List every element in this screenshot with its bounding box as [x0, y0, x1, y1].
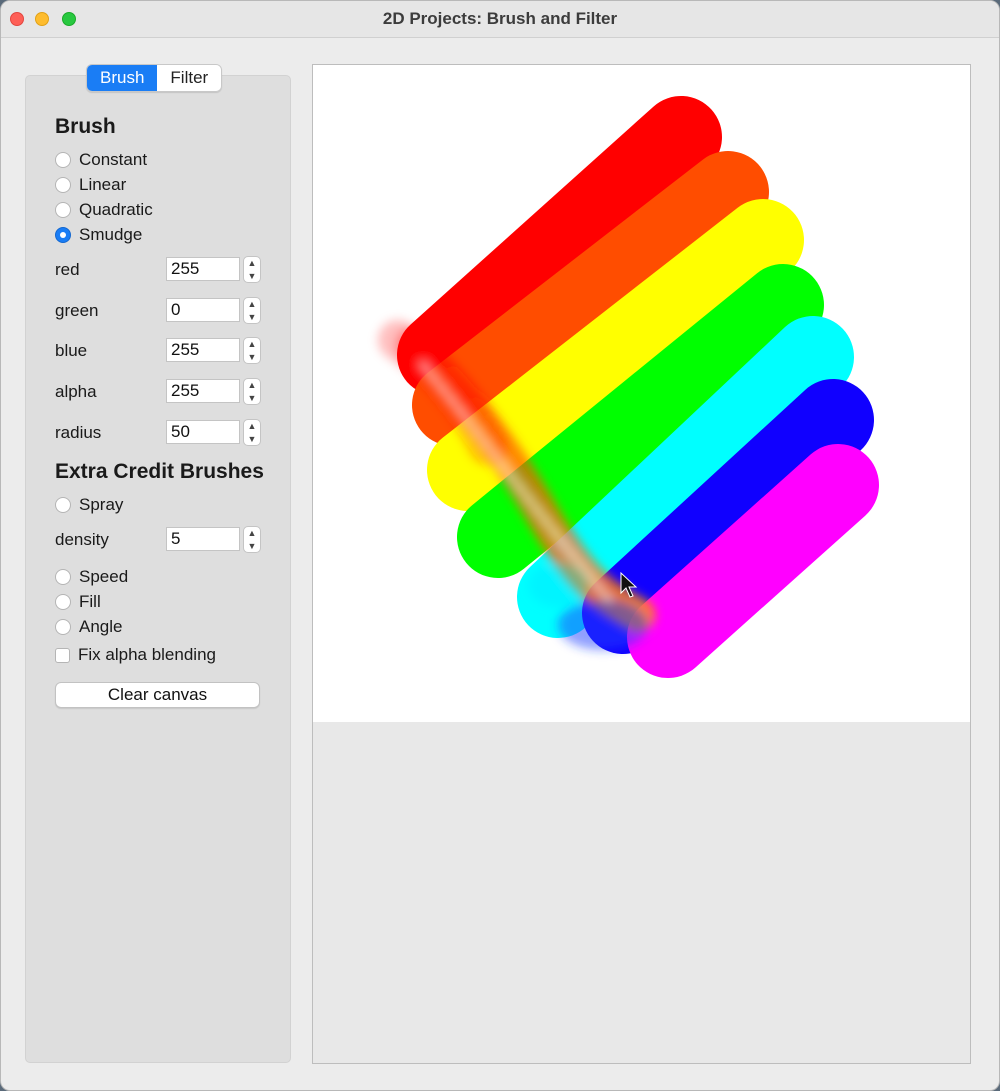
alpha-label: alpha	[55, 382, 97, 401]
blue-stepper[interactable]: ▲ ▼	[243, 337, 261, 364]
window-title: 2D Projects: Brush and Filter	[382, 9, 618, 28]
chevron-up-icon[interactable]: ▲	[244, 527, 260, 539]
radio-speed[interactable]: Speed	[55, 566, 128, 588]
density-input[interactable]	[166, 527, 240, 551]
radius-input[interactable]	[166, 420, 240, 444]
chevron-down-icon[interactable]: ▼	[244, 351, 260, 363]
radio-label: Constant	[79, 150, 148, 169]
density-field-row: density ▲ ▼	[55, 526, 265, 553]
radio-label: Speed	[79, 567, 129, 586]
chevron-up-icon[interactable]: ▲	[244, 338, 260, 350]
blue-label: blue	[55, 341, 88, 360]
alpha-input[interactable]	[166, 379, 240, 403]
app-window: 2D Projects: Brush and Filter Brush Filt…	[0, 0, 1000, 1091]
radio-button[interactable]	[55, 594, 71, 610]
radio-label: Smudge	[79, 225, 143, 244]
red-stepper[interactable]: ▲ ▼	[243, 256, 261, 283]
radio-label: Spray	[79, 495, 124, 514]
density-stepper[interactable]: ▲ ▼	[243, 526, 261, 553]
radio-fill[interactable]: Fill	[55, 591, 101, 613]
radio-quadratic[interactable]: Quadratic	[55, 199, 153, 221]
canvas-drawing	[378, 96, 879, 678]
chevron-down-icon[interactable]: ▼	[244, 540, 260, 552]
green-stepper[interactable]: ▲ ▼	[243, 297, 261, 324]
radio-button[interactable]	[55, 152, 71, 168]
radio-button[interactable]	[55, 177, 71, 193]
green-field-row: green ▲ ▼	[55, 297, 265, 324]
chevron-up-icon[interactable]: ▲	[244, 257, 260, 269]
radio-label: Fill	[79, 592, 101, 611]
title-bar: 2D Projects: Brush and Filter	[1, 1, 999, 38]
canvas-frame	[312, 64, 971, 1064]
tab-brush[interactable]: Brush	[87, 65, 158, 91]
radio-angle[interactable]: Angle	[55, 616, 122, 638]
fix-alpha-checkbox-row[interactable]: Fix alpha blending	[55, 644, 216, 666]
radio-button-selected[interactable]	[55, 227, 71, 243]
radio-constant[interactable]: Constant	[55, 149, 147, 171]
red-field-row: red ▲ ▼	[55, 256, 265, 283]
clear-canvas-button[interactable]: Clear canvas	[55, 682, 260, 708]
radius-label: radius	[55, 423, 102, 442]
alpha-stepper[interactable]: ▲ ▼	[243, 378, 261, 405]
chevron-down-icon[interactable]: ▼	[244, 392, 260, 404]
brush-section-title: Brush	[55, 115, 116, 138]
radio-spray[interactable]: Spray	[55, 494, 123, 516]
mode-tabs: Brush Filter	[86, 64, 223, 92]
green-input[interactable]	[166, 298, 240, 322]
chevron-down-icon[interactable]: ▼	[244, 433, 260, 445]
radio-button[interactable]	[55, 619, 71, 635]
red-label: red	[55, 260, 80, 279]
radius-stepper[interactable]: ▲ ▼	[243, 419, 261, 446]
blue-field-row: blue ▲ ▼	[55, 337, 265, 364]
chevron-up-icon[interactable]: ▲	[244, 420, 260, 432]
radio-label: Quadratic	[79, 200, 153, 219]
radio-smudge[interactable]: Smudge	[55, 224, 142, 246]
radio-button[interactable]	[55, 497, 71, 513]
chevron-down-icon[interactable]: ▼	[244, 311, 260, 323]
tab-filter[interactable]: Filter	[157, 65, 222, 91]
radio-button[interactable]	[55, 569, 71, 585]
radius-field-row: radius ▲ ▼	[55, 419, 265, 446]
chevron-up-icon[interactable]: ▲	[244, 379, 260, 391]
drawing-canvas[interactable]	[313, 65, 970, 722]
radio-linear[interactable]: Linear	[55, 174, 126, 196]
chevron-down-icon[interactable]: ▼	[244, 270, 260, 282]
radio-label: Linear	[79, 175, 127, 194]
chevron-up-icon[interactable]: ▲	[244, 298, 260, 310]
red-input[interactable]	[166, 257, 240, 281]
extra-section-title: Extra Credit Brushes	[55, 460, 264, 483]
checkbox-label: Fix alpha blending	[78, 645, 216, 664]
radio-label: Angle	[79, 617, 123, 636]
alpha-field-row: alpha ▲ ▼	[55, 378, 265, 405]
radio-button[interactable]	[55, 202, 71, 218]
blue-input[interactable]	[166, 338, 240, 362]
density-label: density	[55, 530, 109, 549]
fix-alpha-checkbox[interactable]	[55, 647, 70, 663]
green-label: green	[55, 301, 99, 320]
